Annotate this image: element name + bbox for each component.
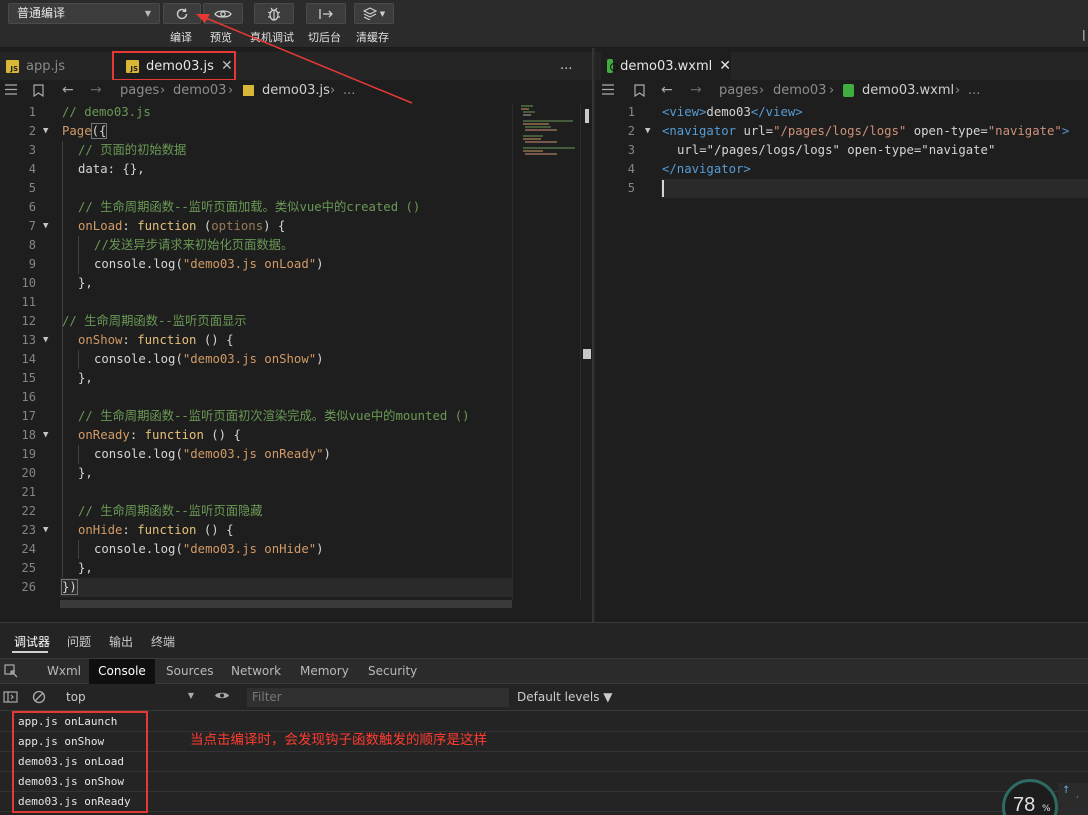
annotation-arrow <box>200 15 413 104</box>
toolbar-overflow: | <box>1082 28 1086 41</box>
annotation-overlay <box>196 14 413 104</box>
